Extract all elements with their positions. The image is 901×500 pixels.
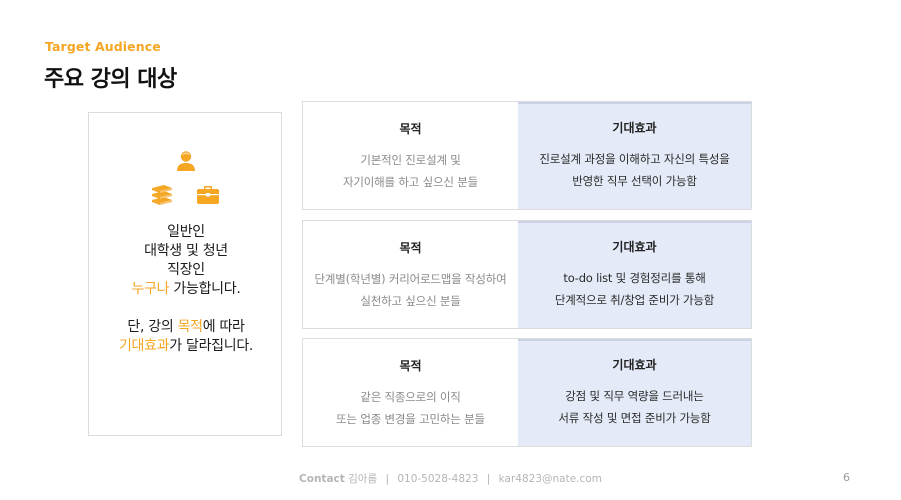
audience-note-pre: 단, 강의: [127, 319, 178, 335]
audience-line-anyone-rest: 가능합니다.: [169, 281, 241, 297]
audience-line-effect: 기대효과가 달라집니다.: [89, 337, 283, 356]
goal-cell: 목적 기본적인 진로설계 및 자기이해를 하고 싶으신 분들: [303, 102, 518, 209]
goal-line: 기본적인 진로설계 및: [360, 153, 461, 167]
footer-separator: |: [486, 473, 491, 485]
effect-line: 반영한 직무 선택이 가능함: [572, 174, 697, 188]
footer-separator: |: [385, 473, 389, 485]
goal-text: 단계별(학년별) 커리어로드맵을 작성하여 실천하고 싶으신 분들: [303, 268, 518, 312]
contact-label: Contact: [299, 473, 345, 485]
briefcase-icon: [197, 186, 219, 204]
goal-title: 목적: [399, 122, 422, 136]
effect-line: 서류 작성 및 면접 준비가 가능함: [558, 411, 711, 425]
highlight-anyone: 누구나: [131, 281, 170, 297]
contact-phone: 010-5028-4823: [397, 473, 479, 485]
page-number: 6: [843, 471, 850, 484]
audience-description: 일반인 대학생 및 청년 직장인 누구나 가능합니다. 단, 강의 목적에 따라…: [89, 223, 283, 356]
effect-line: 강점 및 직무 역량을 드러내는: [565, 389, 704, 403]
audience-line-students: 대학생 및 청년: [144, 243, 228, 259]
highlight-purpose: 목적: [177, 319, 203, 335]
effect-title: 기대효과: [612, 240, 657, 254]
goal-title: 목적: [399, 359, 422, 373]
contact-email: kar4823@nate.com: [498, 473, 602, 485]
goal-line: 또는 업종 변경을 고민하는 분들: [336, 412, 485, 426]
effect-line: 진로설계 과정을 이해하고 자신의 특성을: [539, 152, 730, 166]
effect-text: 진로설계 과정을 이해하고 자신의 특성을 반영한 직무 선택이 가능함: [518, 148, 751, 192]
goal-cell: 목적 단계별(학년별) 커리어로드맵을 작성하여 실천하고 싶으신 분들: [303, 221, 518, 328]
audience-effect-post: 가 달라집니다.: [169, 338, 254, 354]
audience-line-general: 일반인: [167, 224, 205, 240]
effect-line: to-do list 및 경험정리를 통해: [563, 271, 706, 285]
effect-title: 기대효과: [612, 358, 657, 372]
audience-note-post: 에 따라: [202, 319, 245, 335]
effect-text: 강점 및 직무 역량을 드러내는 서류 작성 및 면접 준비가 가능함: [518, 385, 751, 429]
page-title: 주요 강의 대상: [44, 67, 177, 92]
effect-title: 기대효과: [612, 121, 657, 135]
audience-line-note: 단, 강의 목적에 따라: [89, 318, 283, 337]
goal-line: 자기이해를 하고 싶으신 분들: [343, 175, 478, 189]
effect-cell: 기대효과 to-do list 및 경험정리를 통해 단계적으로 취/창업 준비…: [518, 221, 751, 328]
goal-cell: 목적 같은 직종으로의 이직 또는 업종 변경을 고민하는 분들: [303, 339, 518, 446]
goal-line: 실천하고 싶으신 분들: [360, 294, 461, 308]
effect-text: to-do list 및 경험정리를 통해 단계적으로 취/창업 준비가 가능함: [518, 267, 751, 311]
goal-text: 같은 직종으로의 이직 또는 업종 변경을 고민하는 분들: [303, 386, 518, 430]
goal-title: 목적: [399, 241, 422, 255]
highlight-effect: 기대효과: [118, 338, 170, 354]
goal-line: 단계별(학년별) 커리어로드맵을 작성하여: [314, 272, 507, 286]
audience-line-anyone: 누구나 가능합니다.: [89, 280, 283, 299]
contact-name: 김아름: [348, 473, 378, 485]
effect-cell: 기대효과 진로설계 과정을 이해하고 자신의 특성을 반영한 직무 선택이 가능…: [518, 102, 751, 209]
footer-contact: Contact 김아름 | 010-5028-4823 | kar4823@na…: [0, 471, 901, 486]
effect-line: 단계적으로 취/창업 준비가 가능함: [554, 293, 715, 307]
goal-text: 기본적인 진로설계 및 자기이해를 하고 싶으신 분들: [303, 149, 518, 193]
goal-line: 같은 직종으로의 이직: [360, 390, 461, 404]
audience-line-workers: 직장인: [167, 262, 205, 278]
books-icon: [152, 185, 172, 205]
purpose-row: 목적 같은 직종으로의 이직 또는 업종 변경을 고민하는 분들 기대효과 강점…: [302, 338, 752, 447]
purpose-row: 목적 단계별(학년별) 커리어로드맵을 작성하여 실천하고 싶으신 분들 기대효…: [302, 220, 752, 329]
eyebrow-label: Target Audience: [45, 39, 161, 54]
effect-cell: 기대효과 강점 및 직무 역량을 드러내는 서류 작성 및 면접 준비가 가능함: [518, 339, 751, 446]
audience-card: 일반인 대학생 및 청년 직장인 누구나 가능합니다. 단, 강의 목적에 따라…: [88, 112, 282, 436]
purpose-row: 목적 기본적인 진로설계 및 자기이해를 하고 싶으신 분들 기대효과 진로설계…: [302, 101, 752, 210]
person-icon: [177, 151, 195, 171]
